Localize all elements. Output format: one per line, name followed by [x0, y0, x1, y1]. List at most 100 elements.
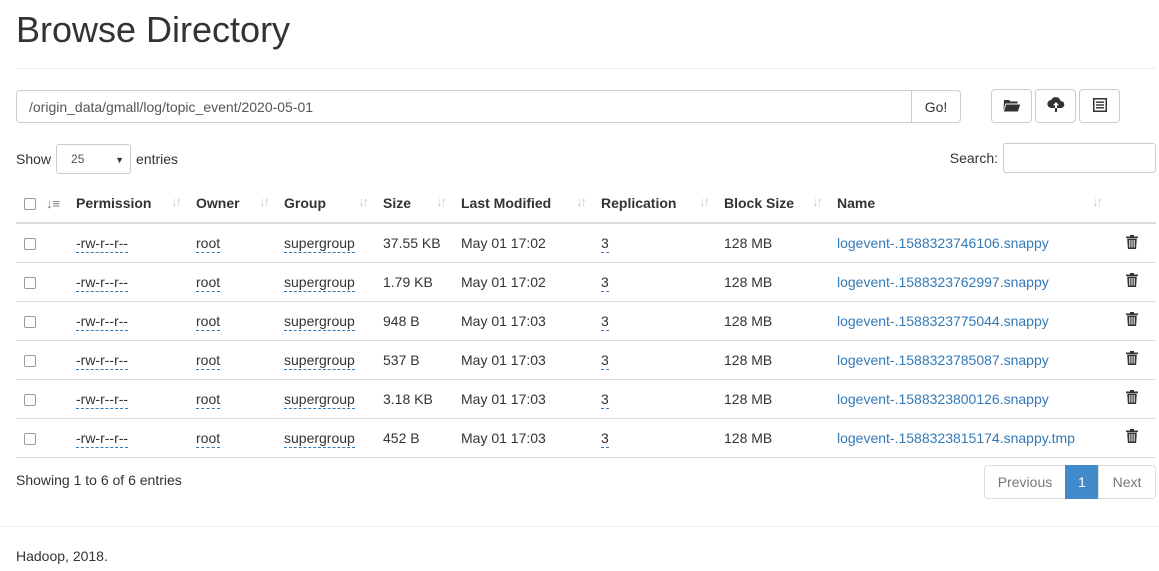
- block-size-cell: 128 MB: [724, 351, 773, 368]
- block-size-cell: 128 MB: [724, 390, 773, 407]
- column-header-block-size[interactable]: Block Size ↓↑: [716, 184, 829, 224]
- file-table: ↓≡ Permission ↓↑ Owner ↓↑ Group ↓↑ Size ↓↑ L…: [16, 184, 1156, 458]
- select-all-cell: [16, 184, 46, 224]
- file-name-link[interactable]: logevent-.1588323785087.snappy: [837, 352, 1049, 368]
- permission-cell[interactable]: -rw-r--r--: [76, 234, 129, 253]
- group-cell[interactable]: supergroup: [284, 351, 355, 370]
- replication-cell[interactable]: 3: [601, 273, 609, 292]
- footer-divider: [0, 526, 1159, 527]
- row-checkbox[interactable]: [24, 238, 36, 251]
- size-cell: 452 B: [383, 429, 420, 446]
- row-checkbox[interactable]: [24, 276, 36, 289]
- column-header-size[interactable]: Size ↓↑: [375, 184, 453, 224]
- size-cell: 948 B: [383, 312, 420, 329]
- column-header-last-modified[interactable]: Last Modified ↓↑: [453, 184, 593, 224]
- block-size-cell: 128 MB: [724, 312, 773, 329]
- go-button[interactable]: Go!: [911, 90, 961, 123]
- row-checkbox[interactable]: [24, 354, 36, 367]
- row-checkbox[interactable]: [24, 393, 36, 406]
- size-cell: 3.18 KB: [383, 390, 433, 407]
- table-row: -rw-r--r-- root supergroup 537 B May 01 …: [16, 340, 1156, 380]
- group-cell[interactable]: supergroup: [284, 429, 355, 448]
- owner-cell[interactable]: root: [196, 429, 221, 448]
- cut-paste-button[interactable]: [1079, 89, 1120, 123]
- replication-cell[interactable]: 3: [601, 429, 609, 448]
- table-row: -rw-r--r-- root supergroup 3.18 KB May 0…: [16, 379, 1156, 419]
- column-header-replication[interactable]: Replication ↓↑: [593, 184, 716, 224]
- permission-cell[interactable]: -rw-r--r--: [76, 273, 129, 292]
- page-length-control: Show 25 ▼ entries: [16, 144, 178, 174]
- file-name-link[interactable]: logevent-.1588323800126.snappy: [837, 391, 1049, 407]
- sort-icon: ↓↑: [576, 194, 587, 209]
- owner-cell[interactable]: root: [196, 312, 221, 331]
- previous-page-button[interactable]: Previous: [984, 465, 1066, 499]
- next-page-button[interactable]: Next: [1098, 465, 1156, 499]
- column-header-name[interactable]: Name ↓↑: [829, 184, 1109, 224]
- actions-header: [1109, 184, 1156, 224]
- sort-desc-icon: ↓≡: [46, 196, 61, 211]
- path-input[interactable]: [16, 90, 911, 123]
- replication-cell[interactable]: 3: [601, 312, 609, 331]
- search-input[interactable]: [1003, 143, 1156, 173]
- chevron-down-icon: ▼: [115, 155, 125, 165]
- permission-cell[interactable]: -rw-r--r--: [76, 429, 129, 448]
- replication-cell[interactable]: 3: [601, 351, 609, 370]
- footer-text: Hadoop, 2018.: [16, 548, 108, 564]
- trash-icon[interactable]: [1126, 351, 1138, 368]
- page-1-button[interactable]: 1: [1065, 465, 1099, 499]
- upload-cloud-icon: [1046, 97, 1065, 115]
- trash-icon[interactable]: [1126, 429, 1138, 446]
- last-modified-cell: May 01 17:02: [461, 273, 546, 290]
- group-cell[interactable]: supergroup: [284, 234, 355, 253]
- owner-cell[interactable]: root: [196, 351, 221, 370]
- permission-cell[interactable]: -rw-r--r--: [76, 351, 129, 370]
- owner-cell[interactable]: root: [196, 273, 221, 292]
- replication-cell[interactable]: 3: [601, 390, 609, 409]
- pagination-info: Showing 1 to 6 of 6 entries: [16, 472, 182, 488]
- sort-order-header[interactable]: ↓≡: [46, 184, 68, 224]
- last-modified-cell: May 01 17:03: [461, 429, 546, 446]
- table-row: -rw-r--r-- root supergroup 37.55 KB May …: [16, 223, 1156, 263]
- trash-icon[interactable]: [1126, 390, 1138, 407]
- show-label: Show: [16, 151, 52, 167]
- permission-cell[interactable]: -rw-r--r--: [76, 312, 129, 331]
- group-cell[interactable]: supergroup: [284, 273, 355, 292]
- file-name-link[interactable]: logevent-.1588323815174.snappy.tmp: [837, 430, 1075, 446]
- size-cell: 37.55 KB: [383, 234, 441, 251]
- create-directory-button[interactable]: [991, 89, 1032, 123]
- trash-icon[interactable]: [1126, 273, 1138, 290]
- row-checkbox[interactable]: [24, 432, 36, 445]
- sort-icon: ↓↑: [259, 194, 270, 209]
- file-name-link[interactable]: logevent-.1588323762997.snappy: [837, 274, 1049, 290]
- last-modified-cell: May 01 17:03: [461, 312, 546, 329]
- entries-label: entries: [136, 151, 179, 167]
- column-header-group[interactable]: Group ↓↑: [276, 184, 375, 224]
- table-row: -rw-r--r-- root supergroup 948 B May 01 …: [16, 301, 1156, 341]
- upload-files-button[interactable]: [1035, 89, 1076, 123]
- pagination: Previous 1 Next: [984, 465, 1156, 499]
- group-cell[interactable]: supergroup: [284, 312, 355, 331]
- file-name-link[interactable]: logevent-.1588323775044.snappy: [837, 313, 1049, 329]
- permission-cell[interactable]: -rw-r--r--: [76, 390, 129, 409]
- page-title: Browse Directory: [16, 9, 291, 50]
- group-cell[interactable]: supergroup: [284, 390, 355, 409]
- sort-icon: ↓↑: [171, 194, 182, 209]
- select-all-checkbox[interactable]: [24, 198, 36, 211]
- owner-cell[interactable]: root: [196, 390, 221, 409]
- block-size-cell: 128 MB: [724, 429, 773, 446]
- row-checkbox[interactable]: [24, 315, 36, 328]
- trash-icon[interactable]: [1126, 312, 1138, 329]
- list-icon: [1092, 97, 1107, 115]
- page-length-value: 25: [71, 152, 85, 166]
- column-header-owner[interactable]: Owner ↓↑: [188, 184, 276, 224]
- replication-cell[interactable]: 3: [601, 234, 609, 253]
- last-modified-cell: May 01 17:03: [461, 351, 546, 368]
- sort-icon: ↓↑: [358, 194, 369, 209]
- search-label: Search:: [949, 150, 998, 166]
- trash-icon[interactable]: [1126, 234, 1138, 252]
- path-bar: Go!: [16, 90, 961, 123]
- page-length-select[interactable]: 25 ▼: [56, 144, 132, 174]
- owner-cell[interactable]: root: [196, 234, 221, 253]
- file-name-link[interactable]: logevent-.1588323746106.snappy: [837, 235, 1049, 251]
- column-header-permission[interactable]: Permission ↓↑: [68, 184, 188, 224]
